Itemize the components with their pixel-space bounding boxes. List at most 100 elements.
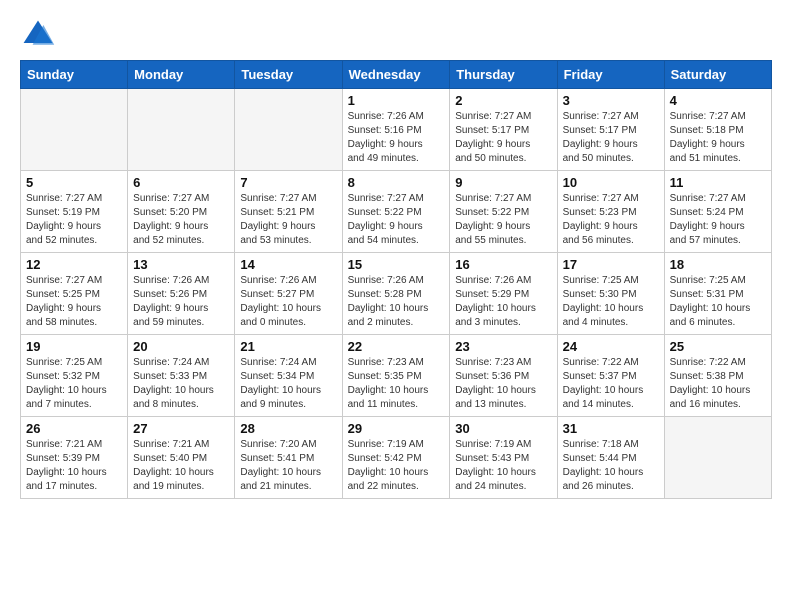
calendar-cell: 5 Sunrise: 7:27 AM Sunset: 5:19 PM Daylig…: [21, 171, 128, 253]
calendar-cell: 19Sunrise: 7:25 AM Sunset: 5:32 PM Dayli…: [21, 335, 128, 417]
calendar-cell: 6 Sunrise: 7:27 AM Sunset: 5:20 PM Daylig…: [128, 171, 235, 253]
day-info: Sunrise: 7:26 AM Sunset: 5:26 PM Dayligh…: [133, 274, 229, 330]
day-info: Sunrise: 7:24 AM Sunset: 5:34 PM Dayligh…: [240, 356, 336, 412]
day-number: 15: [348, 257, 445, 272]
calendar-cell: 23 Sunrise: 7:23 AM Sunset: 5:36 PM Dayli…: [450, 335, 557, 417]
logo: [20, 16, 60, 52]
day-info: Sunrise: 7:27 AM Sunset: 5:17 PM Dayligh…: [455, 110, 551, 166]
day-number: 8: [348, 175, 445, 190]
day-number: 31: [563, 421, 659, 436]
day-number: 20: [133, 339, 229, 354]
calendar-cell: 25 Sunrise: 7:22 AM Sunset: 5:38 PM Dayli…: [664, 335, 771, 417]
week-row-4: 19Sunrise: 7:25 AM Sunset: 5:32 PM Dayli…: [21, 335, 772, 417]
calendar-cell: 27Sunrise: 7:21 AM Sunset: 5:40 PM Dayli…: [128, 417, 235, 499]
calendar-table: SundayMondayTuesdayWednesdayThursdayFrid…: [20, 60, 772, 499]
day-number: 10: [563, 175, 659, 190]
calendar-cell: 22 Sunrise: 7:23 AM Sunset: 5:35 PM Dayli…: [342, 335, 450, 417]
calendar-cell: 16 Sunrise: 7:26 AM Sunset: 5:29 PM Dayli…: [450, 253, 557, 335]
day-number: 14: [240, 257, 336, 272]
day-number: 12: [26, 257, 122, 272]
week-row-5: 26 Sunrise: 7:21 AM Sunset: 5:39 PM Dayli…: [21, 417, 772, 499]
day-info: Sunrise: 7:27 AM Sunset: 5:24 PM Dayligh…: [670, 192, 766, 248]
day-info: Sunrise: 7:21 AM Sunset: 5:39 PM Dayligh…: [26, 438, 122, 494]
calendar-cell: 18 Sunrise: 7:25 AM Sunset: 5:31 PM Dayli…: [664, 253, 771, 335]
day-number: 26: [26, 421, 122, 436]
calendar-cell: 13 Sunrise: 7:26 AM Sunset: 5:26 PM Dayli…: [128, 253, 235, 335]
calendar-cell: 12 Sunrise: 7:27 AM Sunset: 5:25 PM Dayli…: [21, 253, 128, 335]
day-number: 6: [133, 175, 229, 190]
day-info: Sunrise: 7:19 AM Sunset: 5:42 PM Dayligh…: [348, 438, 445, 494]
calendar-cell: 17Sunrise: 7:25 AM Sunset: 5:30 PM Dayli…: [557, 253, 664, 335]
day-info: Sunrise: 7:22 AM Sunset: 5:38 PM Dayligh…: [670, 356, 766, 412]
day-info: Sunrise: 7:21 AM Sunset: 5:40 PM Dayligh…: [133, 438, 229, 494]
logo-icon: [20, 16, 56, 52]
weekday-header-saturday: Saturday: [664, 61, 771, 89]
calendar-cell: 14 Sunrise: 7:26 AM Sunset: 5:27 PM Dayli…: [235, 253, 342, 335]
page: SundayMondayTuesdayWednesdayThursdayFrid…: [0, 0, 792, 519]
day-number: 2: [455, 93, 551, 108]
calendar-cell: [21, 89, 128, 171]
header: [20, 16, 772, 52]
day-number: 28: [240, 421, 336, 436]
day-info: Sunrise: 7:24 AM Sunset: 5:33 PM Dayligh…: [133, 356, 229, 412]
day-number: 30: [455, 421, 551, 436]
calendar-cell: 4 Sunrise: 7:27 AM Sunset: 5:18 PM Daylig…: [664, 89, 771, 171]
day-info: Sunrise: 7:27 AM Sunset: 5:21 PM Dayligh…: [240, 192, 336, 248]
day-number: 25: [670, 339, 766, 354]
day-number: 16: [455, 257, 551, 272]
day-info: Sunrise: 7:23 AM Sunset: 5:36 PM Dayligh…: [455, 356, 551, 412]
calendar-cell: 29 Sunrise: 7:19 AM Sunset: 5:42 PM Dayli…: [342, 417, 450, 499]
day-number: 11: [670, 175, 766, 190]
day-number: 13: [133, 257, 229, 272]
day-number: 17: [563, 257, 659, 272]
calendar-cell: 15 Sunrise: 7:26 AM Sunset: 5:28 PM Dayli…: [342, 253, 450, 335]
weekday-header-tuesday: Tuesday: [235, 61, 342, 89]
day-info: Sunrise: 7:18 AM Sunset: 5:44 PM Dayligh…: [563, 438, 659, 494]
day-info: Sunrise: 7:26 AM Sunset: 5:28 PM Dayligh…: [348, 274, 445, 330]
week-row-1: 1 Sunrise: 7:26 AM Sunset: 5:16 PM Daylig…: [21, 89, 772, 171]
weekday-header-row: SundayMondayTuesdayWednesdayThursdayFrid…: [21, 61, 772, 89]
calendar-cell: [128, 89, 235, 171]
day-info: Sunrise: 7:27 AM Sunset: 5:18 PM Dayligh…: [670, 110, 766, 166]
day-info: Sunrise: 7:27 AM Sunset: 5:22 PM Dayligh…: [348, 192, 445, 248]
calendar-cell: 10Sunrise: 7:27 AM Sunset: 5:23 PM Dayli…: [557, 171, 664, 253]
day-info: Sunrise: 7:26 AM Sunset: 5:27 PM Dayligh…: [240, 274, 336, 330]
day-number: 29: [348, 421, 445, 436]
day-info: Sunrise: 7:25 AM Sunset: 5:31 PM Dayligh…: [670, 274, 766, 330]
day-info: Sunrise: 7:22 AM Sunset: 5:37 PM Dayligh…: [563, 356, 659, 412]
calendar-cell: [235, 89, 342, 171]
day-info: Sunrise: 7:27 AM Sunset: 5:25 PM Dayligh…: [26, 274, 122, 330]
calendar-cell: 1 Sunrise: 7:26 AM Sunset: 5:16 PM Daylig…: [342, 89, 450, 171]
day-info: Sunrise: 7:27 AM Sunset: 5:17 PM Dayligh…: [563, 110, 659, 166]
day-number: 3: [563, 93, 659, 108]
calendar-cell: 7Sunrise: 7:27 AM Sunset: 5:21 PM Daylig…: [235, 171, 342, 253]
weekday-header-wednesday: Wednesday: [342, 61, 450, 89]
day-info: Sunrise: 7:26 AM Sunset: 5:16 PM Dayligh…: [348, 110, 445, 166]
day-number: 4: [670, 93, 766, 108]
day-number: 21: [240, 339, 336, 354]
day-info: Sunrise: 7:27 AM Sunset: 5:22 PM Dayligh…: [455, 192, 551, 248]
day-number: 22: [348, 339, 445, 354]
calendar-cell: [664, 417, 771, 499]
calendar-cell: 24 Sunrise: 7:22 AM Sunset: 5:37 PM Dayli…: [557, 335, 664, 417]
calendar-cell: 21 Sunrise: 7:24 AM Sunset: 5:34 PM Dayli…: [235, 335, 342, 417]
day-number: 24: [563, 339, 659, 354]
day-info: Sunrise: 7:27 AM Sunset: 5:19 PM Dayligh…: [26, 192, 122, 248]
weekday-header-friday: Friday: [557, 61, 664, 89]
calendar-cell: 11 Sunrise: 7:27 AM Sunset: 5:24 PM Dayli…: [664, 171, 771, 253]
day-number: 5: [26, 175, 122, 190]
day-number: 23: [455, 339, 551, 354]
day-number: 18: [670, 257, 766, 272]
day-info: Sunrise: 7:27 AM Sunset: 5:20 PM Dayligh…: [133, 192, 229, 248]
day-info: Sunrise: 7:26 AM Sunset: 5:29 PM Dayligh…: [455, 274, 551, 330]
week-row-2: 5 Sunrise: 7:27 AM Sunset: 5:19 PM Daylig…: [21, 171, 772, 253]
weekday-header-sunday: Sunday: [21, 61, 128, 89]
calendar-cell: 30Sunrise: 7:19 AM Sunset: 5:43 PM Dayli…: [450, 417, 557, 499]
calendar-cell: 26 Sunrise: 7:21 AM Sunset: 5:39 PM Dayli…: [21, 417, 128, 499]
calendar-cell: 9Sunrise: 7:27 AM Sunset: 5:22 PM Daylig…: [450, 171, 557, 253]
calendar-cell: 8 Sunrise: 7:27 AM Sunset: 5:22 PM Daylig…: [342, 171, 450, 253]
day-number: 1: [348, 93, 445, 108]
day-info: Sunrise: 7:20 AM Sunset: 5:41 PM Dayligh…: [240, 438, 336, 494]
calendar-cell: 3 Sunrise: 7:27 AM Sunset: 5:17 PM Daylig…: [557, 89, 664, 171]
day-info: Sunrise: 7:23 AM Sunset: 5:35 PM Dayligh…: [348, 356, 445, 412]
